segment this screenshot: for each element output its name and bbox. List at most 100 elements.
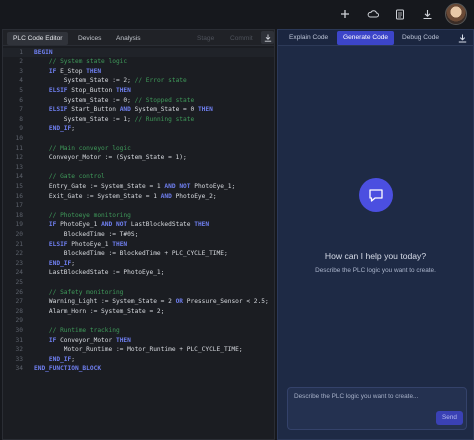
code-line[interactable]: 5 ELSIF Stop_Button THEN bbox=[3, 86, 274, 96]
avatar[interactable] bbox=[445, 3, 467, 25]
code-text[interactable]: System_State := 0; // Stopped state bbox=[34, 96, 194, 106]
code-line[interactable]: 31 IF Conveyor_Motor THEN bbox=[3, 336, 274, 346]
download-code-button[interactable] bbox=[261, 31, 274, 44]
code-text[interactable]: BEGIN bbox=[34, 48, 53, 58]
code-line[interactable]: 15 Entry_Gate := System_State = 1 AND NO… bbox=[3, 182, 274, 192]
code-line[interactable]: 8 System_State := 1; // Running state bbox=[3, 115, 274, 125]
code-line[interactable]: 26 // Safety monitoring bbox=[3, 288, 274, 298]
line-number: 9 bbox=[19, 125, 23, 133]
code-text[interactable]: END_FUNCTION_BLOCK bbox=[34, 364, 101, 374]
code-text[interactable]: System_State := 2; // Error state bbox=[34, 76, 187, 86]
assistant-tab-bar: Explain Code Generate Code Debug Code bbox=[278, 30, 473, 46]
code-text[interactable]: IF E_Stop THEN bbox=[34, 67, 101, 77]
code-text[interactable]: END_IF; bbox=[34, 259, 75, 269]
editor-tab-bar: PLC Code Editor Devices Analysis Stage C… bbox=[3, 30, 274, 46]
code-text[interactable]: // Runtime tracking bbox=[34, 326, 120, 336]
tab-debug-code[interactable]: Debug Code bbox=[396, 31, 445, 45]
line-number: 21 bbox=[15, 240, 23, 248]
plus-icon[interactable] bbox=[337, 6, 353, 22]
code-line[interactable]: 23 END_IF; bbox=[3, 259, 274, 269]
code-text[interactable]: BlockedTime := BlockedTime + PLC_CYCLE_T… bbox=[34, 249, 228, 259]
line-number: 6 bbox=[19, 96, 23, 104]
code-area[interactable]: 1 BEGIN 2 // System state logic 3 IF E_Stop… bbox=[3, 47, 274, 439]
code-line[interactable]: 29 bbox=[3, 316, 274, 326]
tab-generate-code[interactable]: Generate Code bbox=[337, 31, 395, 45]
tab-devices[interactable]: Devices bbox=[72, 32, 107, 45]
code-text[interactable]: // System state logic bbox=[34, 57, 127, 67]
code-line[interactable]: 3 IF E_Stop THEN bbox=[3, 67, 274, 77]
code-text[interactable]: LastBlockedState := PhotoEye_1; bbox=[34, 268, 165, 278]
stage-button[interactable]: Stage bbox=[191, 32, 220, 45]
code-line[interactable]: 33 END_IF; bbox=[3, 355, 274, 365]
code-text[interactable]: // Safety monitoring bbox=[34, 288, 124, 298]
code-line[interactable]: 16 Exit_Gate := System_State = 1 AND Pho… bbox=[3, 192, 274, 202]
prompt-input[interactable] bbox=[294, 393, 460, 407]
code-text[interactable]: BlockedTime := T#0S; bbox=[34, 230, 139, 240]
code-text[interactable]: // Gate control bbox=[34, 172, 105, 182]
code-text[interactable]: Motor_Runtime := Motor_Runtime + PLC_CYC… bbox=[34, 345, 243, 355]
code-text[interactable]: ELSIF PhotoEye_1 THEN bbox=[34, 240, 127, 250]
tab-plc-code-editor[interactable]: PLC Code Editor bbox=[7, 32, 69, 45]
code-text[interactable]: IF Conveyor_Motor THEN bbox=[34, 336, 131, 346]
code-text[interactable]: IF PhotoEye_1 AND NOT LastBlockedState T… bbox=[34, 220, 209, 230]
download-icon[interactable] bbox=[419, 6, 435, 22]
code-line[interactable]: 14 // Gate control bbox=[3, 172, 274, 182]
code-text[interactable]: // Photoeye monitoring bbox=[34, 211, 131, 221]
code-line[interactable]: 27 Warning_Light := System_State = 2 OR … bbox=[3, 297, 274, 307]
code-line[interactable]: 11 // Main conveyor logic bbox=[3, 144, 274, 154]
code-text[interactable]: Exit_Gate := System_State = 1 AND PhotoE… bbox=[34, 192, 217, 202]
document-icon[interactable] bbox=[392, 6, 408, 22]
code-line[interactable]: 20 BlockedTime := T#0S; bbox=[3, 230, 274, 240]
line-number: 16 bbox=[15, 192, 23, 200]
code-line[interactable]: 6 System_State := 0; // Stopped state bbox=[3, 96, 274, 106]
code-line[interactable]: 28 Alarm_Horn := System_State = 2; bbox=[3, 307, 274, 317]
code-text[interactable]: // Main conveyor logic bbox=[34, 144, 131, 154]
code-text[interactable]: END_IF; bbox=[34, 355, 75, 365]
tab-explain-code[interactable]: Explain Code bbox=[283, 31, 334, 45]
code-text[interactable]: ELSIF Start_Button AND System_State = 0 … bbox=[34, 105, 213, 115]
code-line[interactable]: 30 // Runtime tracking bbox=[3, 326, 274, 336]
assistant-download-button[interactable] bbox=[455, 31, 469, 45]
line-number: 5 bbox=[19, 87, 23, 94]
line-number: 29 bbox=[15, 317, 23, 325]
line-number: 34 bbox=[15, 365, 23, 373]
code-line[interactable]: 24 LastBlockedState := PhotoEye_1; bbox=[3, 268, 274, 278]
code-line[interactable]: 32 Motor_Runtime := Motor_Runtime + PLC_… bbox=[3, 345, 274, 355]
line-number: 19 bbox=[15, 221, 23, 229]
code-text[interactable]: Conveyor_Motor := (System_State = 1); bbox=[34, 153, 187, 163]
code-line[interactable]: 1 BEGIN bbox=[3, 47, 274, 58]
code-line[interactable]: 12 Conveyor_Motor := (System_State = 1); bbox=[3, 153, 274, 163]
code-line[interactable]: 13 bbox=[3, 163, 274, 173]
code-text[interactable]: END_IF; bbox=[34, 124, 75, 134]
code-line[interactable]: 17 bbox=[3, 201, 274, 211]
line-number: 2 bbox=[19, 58, 23, 66]
code-line[interactable]: 34 END_FUNCTION_BLOCK bbox=[3, 364, 274, 374]
commit-button[interactable]: Commit bbox=[224, 32, 259, 45]
code-line[interactable]: 19 IF PhotoEye_1 AND NOT LastBlockedStat… bbox=[3, 220, 274, 230]
line-number: 15 bbox=[15, 183, 23, 190]
code-line[interactable]: 9 END_IF; bbox=[3, 124, 274, 134]
code-text[interactable]: Warning_Light := System_State = 2 OR Pre… bbox=[34, 297, 269, 307]
code-text[interactable]: ELSIF Stop_Button THEN bbox=[34, 86, 131, 96]
code-text[interactable]: Alarm_Horn := System_State = 2; bbox=[34, 307, 165, 317]
code-line[interactable]: 25 bbox=[3, 278, 274, 288]
code-text[interactable]: System_State := 1; // Running state bbox=[34, 115, 194, 125]
line-number: 24 bbox=[15, 269, 23, 277]
code-line[interactable]: 10 bbox=[3, 134, 274, 144]
line-number: 7 bbox=[19, 106, 23, 114]
line-number: 8 bbox=[19, 115, 23, 123]
send-button[interactable]: Send bbox=[436, 411, 463, 425]
code-line[interactable]: 7 ELSIF Start_Button AND System_State = … bbox=[3, 105, 274, 115]
tab-analysis[interactable]: Analysis bbox=[110, 32, 147, 45]
code-line[interactable]: 4 System_State := 2; // Error state bbox=[3, 76, 274, 86]
line-number: 28 bbox=[15, 307, 23, 315]
code-line[interactable]: 22 BlockedTime := BlockedTime + PLC_CYCL… bbox=[3, 249, 274, 259]
code-line[interactable]: 2 // System state logic bbox=[3, 57, 274, 67]
code-line[interactable]: 18 // Photoeye monitoring bbox=[3, 211, 274, 221]
code-text[interactable]: Entry_Gate := System_State = 1 AND NOT P… bbox=[34, 182, 235, 192]
cloud-icon[interactable] bbox=[365, 6, 381, 22]
ai-assistant-panel: Explain Code Generate Code Debug Code Ho… bbox=[277, 29, 474, 440]
line-number: 25 bbox=[15, 279, 23, 286]
code-line[interactable]: 21 ELSIF PhotoEye_1 THEN bbox=[3, 240, 274, 250]
line-number: 1 bbox=[19, 48, 23, 56]
